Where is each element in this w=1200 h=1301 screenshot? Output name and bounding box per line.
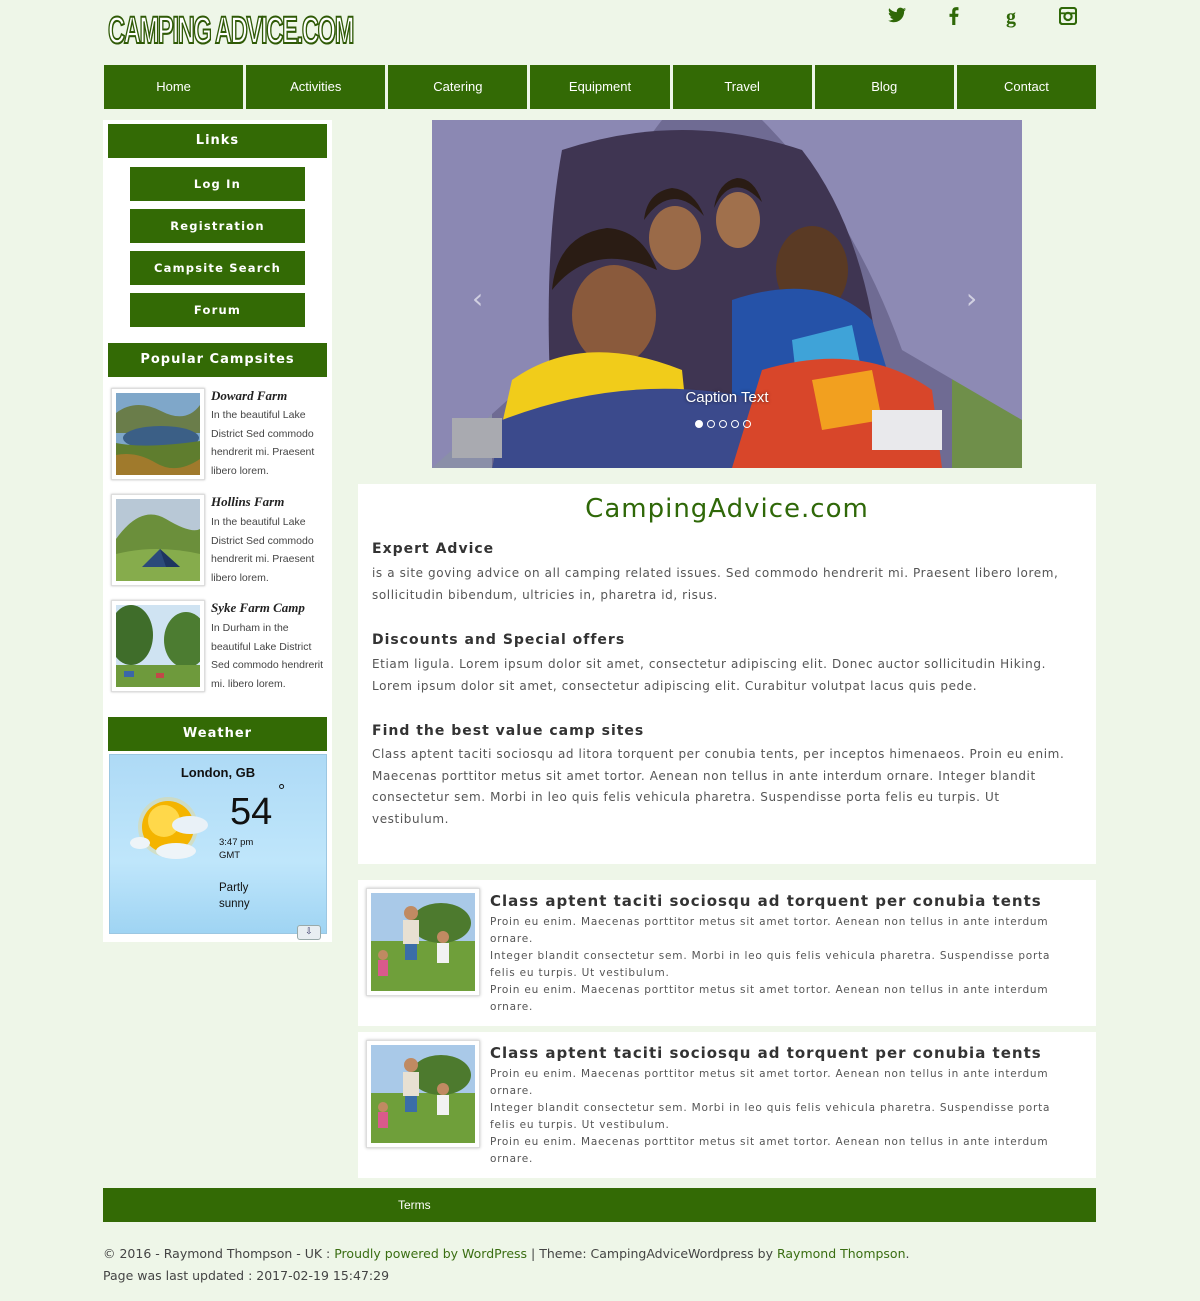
- slider-dot[interactable]: [719, 420, 727, 428]
- campsite-image-doward-farm[interactable]: [111, 388, 205, 480]
- nav-item-blog[interactable]: Blog: [814, 65, 954, 109]
- campsite-search-button[interactable]: Campsite Search: [130, 251, 305, 285]
- section-text: Etiam ligula. Lorem ipsum dolor sit amet…: [372, 657, 1047, 693]
- registration-button[interactable]: Registration: [130, 209, 305, 243]
- hero-image: [432, 120, 1022, 468]
- article-text: Proin eu enim. Maecenas porttitor metus …: [490, 914, 1075, 1016]
- terms-link[interactable]: Terms: [398, 1188, 431, 1222]
- article-paragraph: Integer blandit consectetur sem. Morbi i…: [490, 1102, 1051, 1131]
- main-content: CampingAdvice.com Expert Advice is a sit…: [358, 484, 1096, 864]
- copyright-suffix: .: [905, 1246, 910, 1261]
- article-image[interactable]: [366, 1040, 480, 1148]
- main-nav: Home Activities Catering Equipment Trave…: [104, 65, 1096, 109]
- copyright-prefix: © 2016 - Raymond Thompson - UK :: [103, 1246, 335, 1261]
- weather-degree-symbol: °: [278, 781, 286, 801]
- campsite-desc: In Durham in the beautiful Lake District…: [211, 622, 324, 690]
- facebook-icon[interactable]: [941, 4, 967, 30]
- sidebar: Links Log In Registration Campsite Searc…: [103, 120, 332, 942]
- nav-item-travel[interactable]: Travel: [672, 65, 812, 109]
- campsite-title-hollins-farm[interactable]: Hollins Farm: [211, 494, 284, 510]
- article-paragraph: Proin eu enim. Maecenas porttitor metus …: [490, 1068, 1049, 1097]
- article-paragraph: Proin eu enim. Maecenas porttitor metus …: [490, 1136, 1049, 1165]
- campsite-desc: In the beautiful Lake District Sed commo…: [211, 516, 315, 584]
- campsite-title-doward-farm[interactable]: Doward Farm: [211, 388, 287, 404]
- nav-item-activities[interactable]: Activities: [246, 65, 386, 109]
- wordpress-link[interactable]: Proudly powered by WordPress: [334, 1246, 527, 1261]
- weather-time: 3:47 pm GMT: [219, 837, 254, 861]
- nav-item-equipment[interactable]: Equipment: [530, 65, 670, 109]
- article-title[interactable]: Class aptent taciti sociosqu ad torquent…: [490, 1044, 1042, 1062]
- last-updated: Page was last updated : 2017-02-19 15:47…: [103, 1268, 390, 1283]
- slider-dot[interactable]: [731, 420, 739, 428]
- campsite-desc: In the beautiful Lake District Sed commo…: [211, 409, 315, 477]
- weather-widget: London, GB 54 ° 3:47 pm GMT Partly sunny…: [109, 754, 327, 940]
- article-paragraph: Proin eu enim. Maecenas porttitor metus …: [490, 984, 1049, 1013]
- section-heading: Find the best value camp sites: [372, 723, 645, 739]
- nav-item-catering[interactable]: Catering: [388, 65, 528, 109]
- section-text: Class aptent taciti sociosqu ad litora t…: [372, 747, 1065, 826]
- section-heading: Expert Advice: [372, 541, 495, 557]
- weather-heading: Weather: [108, 717, 327, 751]
- campsite-image-syke-farm-camp[interactable]: [111, 600, 205, 692]
- article-text: Proin eu enim. Maecenas porttitor metus …: [490, 1066, 1075, 1168]
- article-image[interactable]: [366, 888, 480, 996]
- article-paragraph: Proin eu enim. Maecenas porttitor metus …: [490, 916, 1049, 945]
- google-plus-icon[interactable]: g: [998, 4, 1024, 30]
- campsite-title-syke-farm-camp[interactable]: Syke Farm Camp: [211, 600, 305, 616]
- page-title: CampingAdvice.com: [585, 494, 869, 524]
- theme-text: | Theme: CampingAdviceWordpress by: [527, 1246, 777, 1261]
- article-card: Class aptent taciti sociosqu ad torquent…: [358, 1032, 1096, 1178]
- slider-dot[interactable]: [743, 420, 751, 428]
- nav-item-home[interactable]: Home: [104, 65, 244, 109]
- section-heading: Discounts and Special offers: [372, 632, 626, 648]
- links-heading: Links: [108, 124, 327, 158]
- nav-item-contact[interactable]: Contact: [956, 65, 1096, 109]
- slider-dot[interactable]: [695, 420, 703, 428]
- weather-city: London, GB: [180, 765, 256, 780]
- login-button[interactable]: Log In: [130, 167, 305, 201]
- copyright: © 2016 - Raymond Thompson - UK : Proudly…: [103, 1246, 910, 1261]
- slider-prev-arrow[interactable]: ‹: [472, 282, 483, 315]
- hero-slider: ‹ › Caption Text: [432, 120, 1022, 468]
- slider-dot[interactable]: [707, 420, 715, 428]
- site-logo[interactable]: CAMPING ADVICE.COM: [107, 8, 355, 54]
- campsite-image-hollins-farm[interactable]: [111, 494, 205, 586]
- weather-condition: Partly sunny: [219, 882, 250, 910]
- partly-sunny-icon: [130, 797, 208, 859]
- author-link[interactable]: Raymond Thompson: [777, 1246, 906, 1261]
- forum-button[interactable]: Forum: [130, 293, 305, 327]
- article-title[interactable]: Class aptent taciti sociosqu ad torquent…: [490, 892, 1042, 910]
- weather-download-button[interactable]: ⇩: [297, 925, 321, 940]
- article-paragraph: Integer blandit consectetur sem. Morbi i…: [490, 950, 1051, 979]
- weather-temperature: 54: [230, 791, 273, 833]
- popular-campsites-heading: Popular Campsites: [108, 343, 327, 377]
- slider-dots: [695, 420, 751, 428]
- slider-next-arrow[interactable]: ›: [966, 282, 977, 315]
- slider-caption: Caption Text: [685, 389, 769, 406]
- instagram-icon[interactable]: [1055, 4, 1081, 30]
- section-text: is a site goving advice on all camping r…: [372, 566, 1059, 602]
- footer-bar: Terms: [103, 1188, 1096, 1222]
- article-card: Class aptent taciti sociosqu ad torquent…: [358, 880, 1096, 1026]
- twitter-icon[interactable]: [884, 4, 910, 30]
